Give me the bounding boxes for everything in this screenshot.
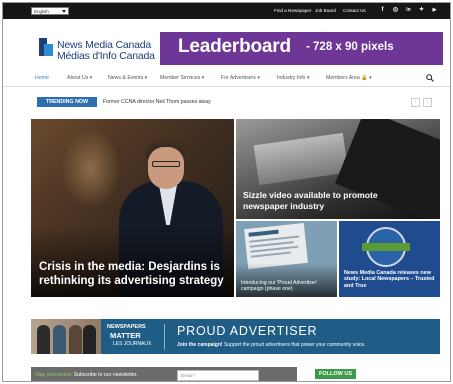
email-field[interactable]: Email * xyxy=(177,370,259,381)
language-value: English xyxy=(34,9,49,14)
story-top-right-title[interactable]: Sizzle video available to promote newspa… xyxy=(243,190,413,212)
newsletter-text: Stay connected. Subscribe to our newslet… xyxy=(35,372,138,378)
logo-text-fr[interactable]: Médias d'Info Canada xyxy=(57,50,155,62)
staff-photo xyxy=(31,319,101,354)
nav-news-events[interactable]: News & Events ▾ xyxy=(108,75,147,81)
story-bottom-right-title[interactable]: News Media Canada releases new study: Lo… xyxy=(344,270,437,290)
nav-industry-info[interactable]: Industry Info ▾ xyxy=(277,75,310,81)
facebook-icon[interactable] xyxy=(317,381,324,382)
logo-icon[interactable] xyxy=(39,38,53,56)
newsletter-bar: Stay connected. Subscribe to our newslet… xyxy=(31,367,297,381)
follow-us-section: FOLLOW US xyxy=(315,367,440,382)
leaderboard-title: Leaderboard xyxy=(178,36,291,57)
find-newspaper-link[interactable]: Find a Newspaper xyxy=(274,8,311,13)
nav-members-area[interactable]: Members Area 🔒 ▾ xyxy=(326,75,372,81)
newspapers-matter-line1: NEWSPAPERS xyxy=(107,324,146,330)
trending-next-button[interactable]: › xyxy=(423,98,432,107)
proud-advertiser-title: PROUD ADVERTISER xyxy=(177,324,318,338)
proud-advertiser-subtitle: Join the campaign! Support the proud adv… xyxy=(177,342,366,348)
story-main-title[interactable]: Crisis in the media: Desjardins is rethi… xyxy=(39,260,224,288)
instagram-icon[interactable]: ◎ xyxy=(392,7,399,14)
story-bottom-left[interactable]: Introducing our 'Proud Advertiser' campa… xyxy=(236,221,337,297)
nav-about-us[interactable]: About Us ▾ xyxy=(67,75,92,81)
seal-icon xyxy=(362,227,410,267)
job-board-link[interactable]: Job Board xyxy=(315,8,336,13)
facebook-icon[interactable]: f xyxy=(379,7,386,14)
newspapers-matter-line3: LES JOURNAUX xyxy=(113,341,152,347)
main-nav: Home About Us ▾ News & Events ▾ Member S… xyxy=(3,71,450,87)
trending-prev-button[interactable]: ‹ xyxy=(411,98,420,107)
linkedin-icon[interactable]: in xyxy=(405,7,412,14)
nav-home[interactable]: Home xyxy=(35,75,49,81)
leaderboard-size: - 728 x 90 pixels xyxy=(306,41,394,53)
nav-for-advertisers[interactable]: For Advertisers ▾ xyxy=(221,75,260,81)
contact-us-link[interactable]: Contact Us xyxy=(343,8,366,13)
trending-badge: TRENDING NOW xyxy=(37,97,97,107)
story-main[interactable]: Crisis in the media: Desjardins is rethi… xyxy=(31,119,234,297)
trending-headline[interactable]: Former CCNA director Neil Thom passes aw… xyxy=(103,99,211,105)
follow-us-label: FOLLOW US xyxy=(315,369,356,379)
chevron-down-icon xyxy=(62,10,66,13)
proud-advertiser-banner[interactable]: NEWSPAPERS MATTER LES JOURNAUX PROUD ADV… xyxy=(31,319,440,354)
twitter-icon[interactable]: ✦ xyxy=(418,7,425,14)
search-icon[interactable] xyxy=(426,74,434,82)
story-bottom-left-title[interactable]: Introducing our 'Proud Advertiser' campa… xyxy=(241,280,333,293)
linkedin-icon[interactable] xyxy=(337,381,344,382)
story-top-right[interactable]: Sizzle video available to promote newspa… xyxy=(236,119,440,219)
youtube-icon[interactable]: ▶ xyxy=(431,7,438,14)
twitter-icon[interactable] xyxy=(327,381,334,382)
page-frame: English Find a Newspaper Job Board Conta… xyxy=(2,2,451,382)
nav-member-services[interactable]: Member Services ▾ xyxy=(160,75,204,81)
youtube-icon[interactable] xyxy=(347,381,354,382)
language-select[interactable]: English xyxy=(31,7,69,15)
leaderboard-ad[interactable]: Leaderboard - 728 x 90 pixels xyxy=(160,32,443,65)
newspapers-matter-line2: MATTER xyxy=(110,331,141,340)
top-bar: English Find a Newspaper Job Board Conta… xyxy=(3,3,450,19)
story-bottom-right[interactable]: News Media Canada releases new study: Lo… xyxy=(339,221,440,297)
